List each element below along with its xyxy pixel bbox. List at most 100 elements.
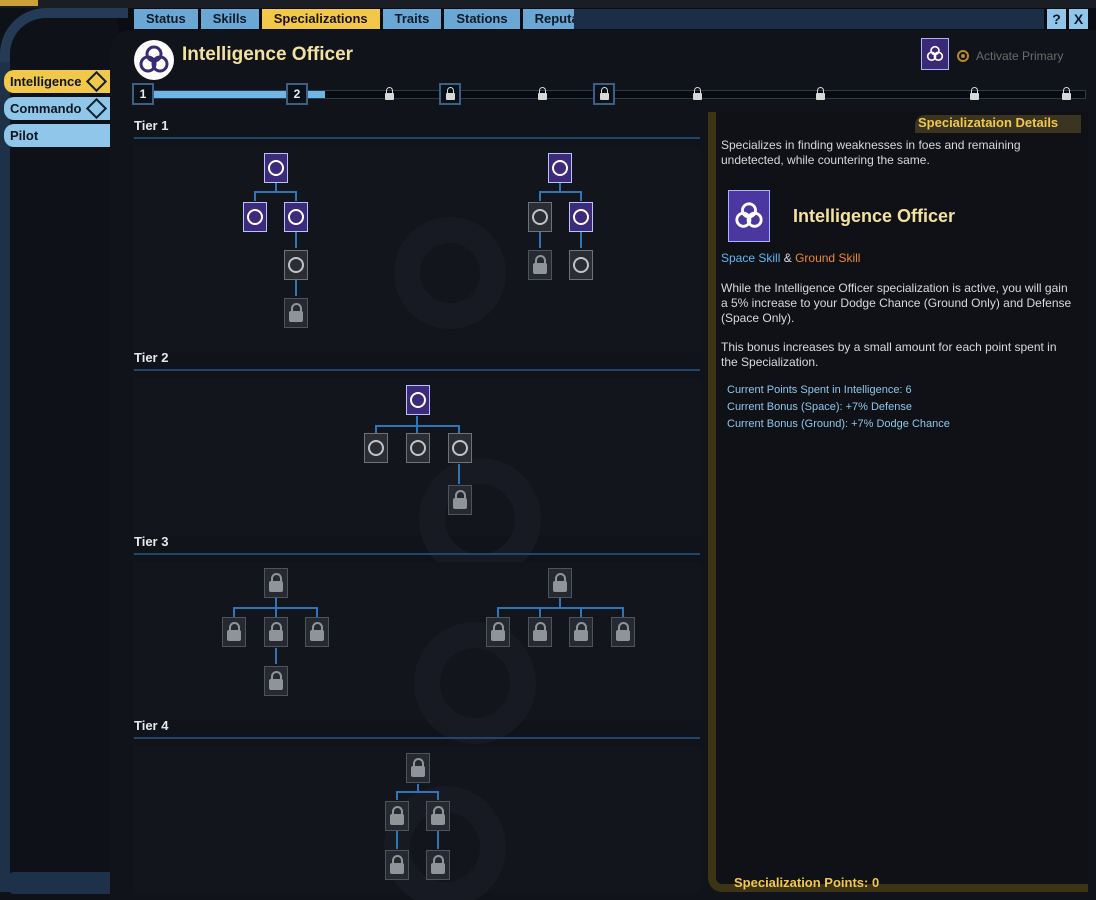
activate-primary-icon bbox=[921, 38, 949, 70]
medical-icon bbox=[532, 209, 548, 225]
sidebar-item-label: Pilot bbox=[10, 128, 39, 143]
left-frame-curve bbox=[0, 8, 128, 68]
skill-node-locked bbox=[528, 617, 552, 647]
skill-node-locked bbox=[385, 850, 409, 880]
target-icon bbox=[268, 160, 284, 176]
skill-node-available[interactable] bbox=[364, 433, 388, 463]
skill-node-locked bbox=[305, 617, 329, 647]
tab-bar-fill bbox=[574, 9, 1044, 29]
skill-node-locked bbox=[548, 568, 572, 598]
lock-icon bbox=[553, 572, 567, 592]
skill-node-unlocked[interactable] bbox=[243, 202, 267, 232]
skill-node-available[interactable] bbox=[406, 433, 430, 463]
skill-node-available[interactable] bbox=[448, 433, 472, 463]
primary-gem-icon bbox=[85, 70, 108, 93]
globe-icon bbox=[452, 440, 468, 456]
skill-node-unlocked[interactable] bbox=[548, 153, 572, 183]
skill-node-locked bbox=[426, 850, 450, 880]
skill-node-locked bbox=[264, 617, 288, 647]
plus-shield-icon bbox=[573, 209, 589, 225]
lock-icon bbox=[616, 621, 630, 641]
tier-1-label: Tier 1 bbox=[134, 118, 169, 133]
details-bonus-scaling-text: This bonus increases by a small amount f… bbox=[721, 340, 1057, 369]
skill-node-locked bbox=[426, 801, 450, 831]
tier-2-label: Tier 2 bbox=[134, 350, 169, 365]
top-strip bbox=[0, 0, 1096, 8]
tab-status[interactable]: Status bbox=[134, 9, 198, 29]
space-skill-label: Space Skill bbox=[721, 251, 781, 265]
milestone-2: 2 bbox=[286, 83, 308, 105]
skill-node-unlocked[interactable] bbox=[569, 202, 593, 232]
tier-2-divider bbox=[134, 369, 700, 371]
milestone-lock-icon bbox=[378, 83, 400, 105]
tier-1-divider bbox=[134, 137, 700, 139]
skill-node-locked bbox=[264, 568, 288, 598]
lock-icon bbox=[269, 621, 283, 641]
intelligence-officer-icon bbox=[134, 40, 174, 80]
tier-1-area bbox=[134, 147, 700, 352]
top-accent bbox=[0, 0, 38, 6]
tab-traits[interactable]: Traits bbox=[382, 9, 442, 29]
details-title: Specializataion Details bbox=[918, 115, 1059, 130]
lock-icon bbox=[390, 805, 404, 825]
triangle-rings-icon bbox=[139, 45, 169, 73]
sidebar-item-commando[interactable]: Commando bbox=[4, 97, 110, 120]
bug-icon bbox=[410, 440, 426, 456]
shield-icon bbox=[552, 160, 568, 176]
lock-icon bbox=[289, 302, 303, 322]
milestone-lock-icon bbox=[1055, 83, 1077, 105]
milestone-lock-icon bbox=[809, 83, 831, 105]
figure-icon bbox=[288, 257, 304, 273]
signal-icon bbox=[410, 392, 426, 408]
sidebar-item-pilot[interactable]: Pilot bbox=[4, 124, 110, 147]
lock-icon bbox=[453, 489, 467, 509]
tab-skills[interactable]: Skills bbox=[200, 9, 259, 29]
sidebar-item-intelligence[interactable]: Intelligence bbox=[4, 70, 110, 93]
tab-specializations[interactable]: Specializations bbox=[261, 9, 380, 29]
close-button[interactable]: X bbox=[1069, 9, 1088, 29]
tier-3-label: Tier 3 bbox=[134, 534, 169, 549]
tab-stations[interactable]: Stations bbox=[444, 9, 520, 29]
lock-icon bbox=[533, 621, 547, 641]
milestone-lock-icon bbox=[531, 83, 553, 105]
tier-4-label: Tier 4 bbox=[134, 718, 169, 733]
milestone-lock-icon bbox=[593, 83, 615, 105]
skill-node-unlocked[interactable] bbox=[264, 153, 288, 183]
page-title: Intelligence Officer bbox=[182, 44, 354, 65]
lock-icon bbox=[533, 254, 547, 274]
plus-shield-icon bbox=[573, 257, 589, 273]
tier-4-divider bbox=[134, 737, 700, 739]
lock-icon bbox=[431, 805, 445, 825]
tab-bar: Status Skills Specializations Traits Sta… bbox=[134, 9, 615, 29]
sidebar-item-label: Commando bbox=[10, 101, 82, 116]
tier-3-divider bbox=[134, 553, 700, 555]
help-button[interactable]: ? bbox=[1047, 9, 1066, 29]
specialization-points: Specialization Points: 0 bbox=[734, 875, 880, 890]
skill-node-locked bbox=[222, 617, 246, 647]
lock-icon bbox=[269, 670, 283, 690]
activate-primary-radio[interactable] bbox=[957, 50, 969, 62]
skill-node-available[interactable] bbox=[284, 250, 308, 280]
stat-points-spent: Current Points Spent in Intelligence: 6 bbox=[727, 384, 912, 396]
stat-ground-bonus: Current Bonus (Ground): +7% Dodge Chance bbox=[727, 418, 950, 430]
details-specialization-name: Intelligence Officer bbox=[793, 206, 956, 226]
ground-skill-label: Ground Skill bbox=[795, 251, 861, 265]
intelligence-officer-icon bbox=[728, 190, 770, 242]
left-frame-bar bbox=[0, 62, 10, 892]
lock-icon bbox=[431, 854, 445, 874]
skill-node-locked bbox=[284, 298, 308, 328]
skill-node-available[interactable] bbox=[569, 250, 593, 280]
milestone-lock-icon bbox=[686, 83, 708, 105]
lock-icon bbox=[227, 621, 241, 641]
skill-node-locked bbox=[264, 666, 288, 696]
skill-node-locked bbox=[486, 617, 510, 647]
stat-space-bonus: Current Bonus (Space): +7% Defense bbox=[727, 401, 912, 413]
skill-node-unlocked[interactable] bbox=[406, 385, 430, 415]
details-bonus-text: While the Intelligence Officer specializ… bbox=[721, 281, 1072, 325]
skill-node-available[interactable] bbox=[528, 202, 552, 232]
figure-icon bbox=[288, 209, 304, 225]
figure-icon bbox=[368, 440, 384, 456]
milestone-1: 1 bbox=[132, 83, 154, 105]
skill-node-locked bbox=[611, 617, 635, 647]
skill-node-unlocked[interactable] bbox=[284, 202, 308, 232]
